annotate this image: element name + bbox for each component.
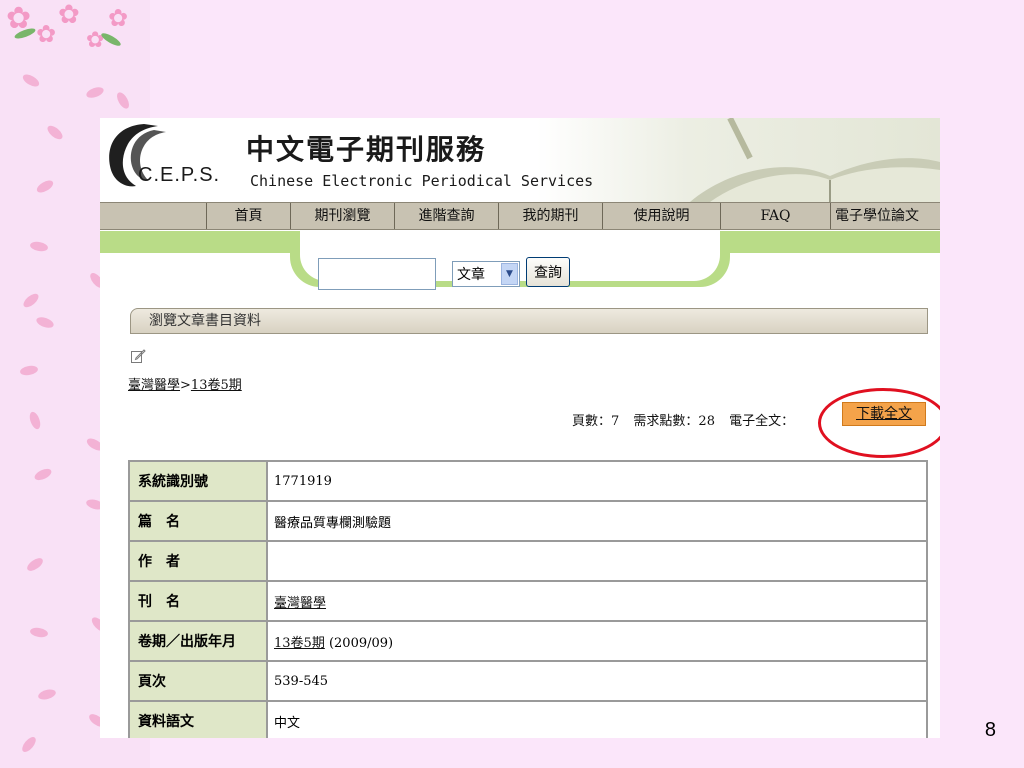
row-label: 卷期／出版年月: [130, 622, 268, 662]
slide-number: 8: [984, 719, 996, 741]
table-row: 系統識別號 1771919: [130, 462, 926, 502]
issue-link[interactable]: 13卷5期: [274, 636, 325, 651]
petal-decoration: [27, 410, 43, 431]
search-type-value: 文章: [457, 267, 485, 283]
row-value-system-id: 1771919: [268, 462, 926, 502]
petal-decoration: [32, 466, 54, 483]
search-input[interactable]: [318, 258, 436, 290]
ceps-article-page: C.E.P.S. 中文電子期刊服務 Chinese Electronic Per…: [100, 118, 940, 738]
petal-decoration: [21, 291, 41, 310]
row-label: 作 者: [130, 542, 268, 582]
petal-decoration: [19, 364, 39, 377]
table-row: 資料語文 中文: [130, 702, 926, 738]
row-value-issue: 13卷5期 (2009/09): [268, 622, 926, 662]
breadcrumb: 臺灣醫學>13卷5期: [128, 374, 242, 393]
table-row: 篇 名 醫療品質專欄測驗題: [130, 502, 926, 542]
fulltext-label: 電子全文：: [729, 414, 795, 429]
row-value-pages: 539-545: [268, 662, 926, 702]
petal-decoration: [29, 240, 49, 253]
petal-decoration: [114, 90, 132, 111]
petal-decoration: [37, 687, 57, 702]
nav-browse-journals[interactable]: 期刊瀏覽: [290, 203, 394, 229]
nav-home[interactable]: 首頁: [206, 203, 290, 229]
row-label: 資料語文: [130, 702, 268, 738]
journal-link[interactable]: 臺灣醫學: [274, 596, 326, 611]
petal-decoration: [45, 123, 65, 142]
publication-date: (2009/09): [324, 635, 394, 651]
article-details-table: 系統識別號 1771919 篇 名 醫療品質專欄測驗題 作 者 刊 名 臺灣醫學…: [128, 460, 928, 738]
breadcrumb-journal-link[interactable]: 臺灣醫學: [128, 378, 180, 393]
search-button[interactable]: 查詢: [526, 257, 570, 287]
required-points: 需求點數：28: [633, 414, 715, 429]
breadcrumb-issue-link[interactable]: 13卷5期: [191, 378, 242, 393]
petal-decoration: [85, 85, 105, 100]
row-label: 頁次: [130, 662, 268, 702]
site-title-english: Chinese Electronic Periodical Services: [250, 172, 594, 190]
petal-decoration: [34, 178, 56, 195]
main-nav: 首頁 期刊瀏覽 進階查詢 我的期刊 使用說明 FAQ 電子學位論文: [100, 202, 940, 230]
open-book-image: [690, 118, 940, 202]
row-value-title: 醫療品質專欄測驗題: [268, 502, 926, 542]
row-label: 系統識別號: [130, 462, 268, 502]
row-label: 篇 名: [130, 502, 268, 542]
row-label: 刊 名: [130, 582, 268, 622]
table-row: 卷期／出版年月 13卷5期 (2009/09): [130, 622, 926, 662]
site-header: C.E.P.S. 中文電子期刊服務 Chinese Electronic Per…: [100, 118, 940, 202]
logo-text: C.E.P.S.: [138, 164, 221, 186]
edit-icon[interactable]: [130, 348, 146, 364]
nav-my-journals[interactable]: 我的期刊: [498, 203, 602, 229]
table-row: 刊 名 臺灣醫學: [130, 582, 926, 622]
table-row: 作 者: [130, 542, 926, 582]
nav-help[interactable]: 使用說明: [602, 203, 720, 229]
flower-icon: ✿: [36, 20, 57, 48]
flower-icon: ✿: [58, 0, 80, 30]
petal-decoration: [20, 72, 42, 89]
petal-decoration: [25, 555, 45, 574]
section-title: 瀏覽文章書目資料: [130, 308, 928, 334]
search-type-select[interactable]: 文章 ▼: [452, 261, 520, 287]
nav-faq[interactable]: FAQ: [720, 203, 830, 229]
site-title-chinese: 中文電子期刊服務: [246, 133, 487, 166]
petal-decoration: [29, 626, 49, 639]
table-row: 頁次 539-545: [130, 662, 926, 702]
petal-decoration: [35, 315, 55, 330]
flower-icon: ✿: [108, 4, 129, 32]
article-stats: 頁數：7 需求點數：28 電子全文：: [572, 410, 804, 429]
page-count: 頁數：7: [572, 414, 620, 429]
breadcrumb-separator: >: [180, 378, 191, 393]
row-value-journal: 臺灣醫學: [268, 582, 926, 622]
chevron-down-icon[interactable]: ▼: [501, 263, 518, 285]
highlight-circle-annotation: [818, 388, 940, 458]
nav-e-thesis[interactable]: 電子學位論文: [830, 203, 940, 229]
row-value-author: [268, 542, 926, 582]
nav-advanced-search[interactable]: 進階查詢: [394, 203, 498, 229]
petal-decoration: [19, 734, 39, 755]
row-value-language: 中文: [268, 702, 926, 738]
